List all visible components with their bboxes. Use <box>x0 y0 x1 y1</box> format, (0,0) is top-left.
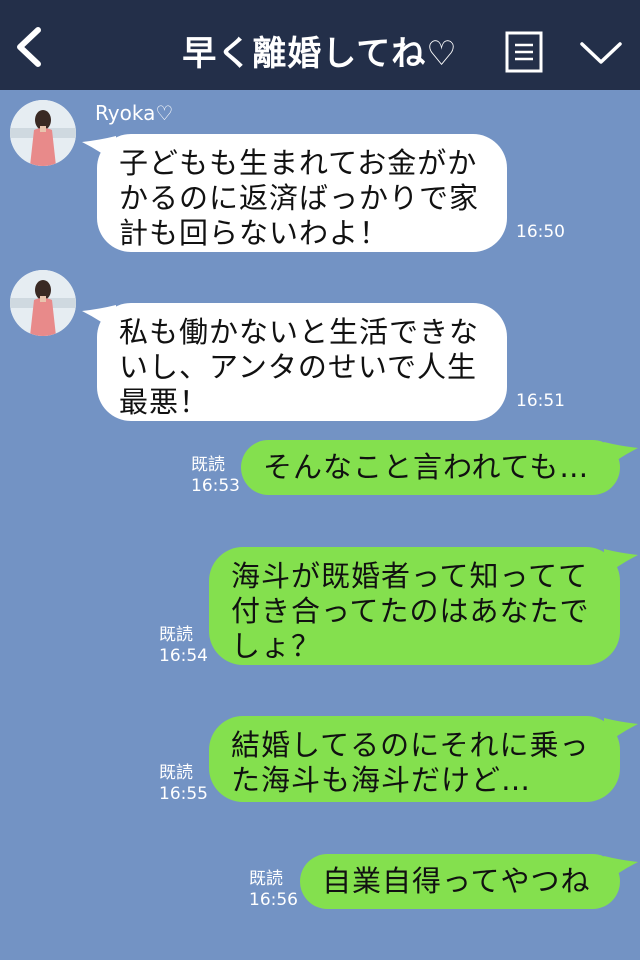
read-label: 既読 <box>159 625 193 645</box>
message-bubble-incoming[interactable]: 私も働かないと生活できないし、アンタのせいで人生最悪！ <box>97 303 507 421</box>
read-receipt: 既読 16:53 <box>191 455 240 497</box>
contact-avatar[interactable] <box>10 270 76 336</box>
message-time: 16:56 <box>249 890 298 910</box>
read-label: 既読 <box>249 869 283 889</box>
message-time: 16:53 <box>191 476 240 496</box>
read-label: 既読 <box>159 763 193 783</box>
message-bubble-outgoing[interactable]: 自業自得ってやつね <box>300 854 620 909</box>
message-time: 16:54 <box>159 646 208 666</box>
avatar-photo <box>10 270 76 336</box>
read-receipt: 既読 16:54 <box>159 625 208 667</box>
message-bubble-outgoing[interactable]: そんなこと言われても… <box>241 440 620 495</box>
message-bubble-outgoing[interactable]: 海斗が既婚者って知ってて付き合ってたのはあなたでしょ？ <box>209 547 620 665</box>
contact-avatar[interactable] <box>10 100 76 166</box>
message-text: 私も働かないと生活できないし、アンタのせいで人生最悪！ <box>119 315 480 419</box>
message-text: 自業自得ってやつね <box>322 864 591 898</box>
read-receipt: 既読 16:56 <box>249 869 298 911</box>
message-time: 16:55 <box>159 784 208 804</box>
menu-list-icon <box>505 31 543 73</box>
message-time: 16:51 <box>516 391 565 411</box>
chevron-down-icon <box>580 42 622 64</box>
sender-name: Ryoka♡ <box>95 101 174 125</box>
message-text: 子どもも生まれてお金がかかるのに返済ばっかりで家計も回らないわよ！ <box>119 146 480 250</box>
chat-title: 早く離婚してね♡ <box>182 34 458 74</box>
menu-button[interactable] <box>505 31 543 73</box>
read-receipt: 既読 16:55 <box>159 763 208 805</box>
chat-header: 早く離婚してね♡ <box>0 0 640 90</box>
collapse-button[interactable] <box>578 38 624 68</box>
message-time: 16:50 <box>516 222 565 242</box>
message-text: 海斗が既婚者って知ってて付き合ってたのはあなたでしょ？ <box>231 559 590 663</box>
avatar-photo <box>10 100 76 166</box>
message-bubble-outgoing[interactable]: 結婚してるのにそれに乗った海斗も海斗だけど… <box>209 716 620 802</box>
message-bubble-incoming[interactable]: 子どもも生まれてお金がかかるのに返済ばっかりで家計も回らないわよ！ <box>97 134 507 252</box>
read-label: 既読 <box>191 455 225 475</box>
message-text: 結婚してるのにそれに乗った海斗も海斗だけど… <box>231 728 590 797</box>
message-text: そんなこと言われても… <box>263 450 590 484</box>
